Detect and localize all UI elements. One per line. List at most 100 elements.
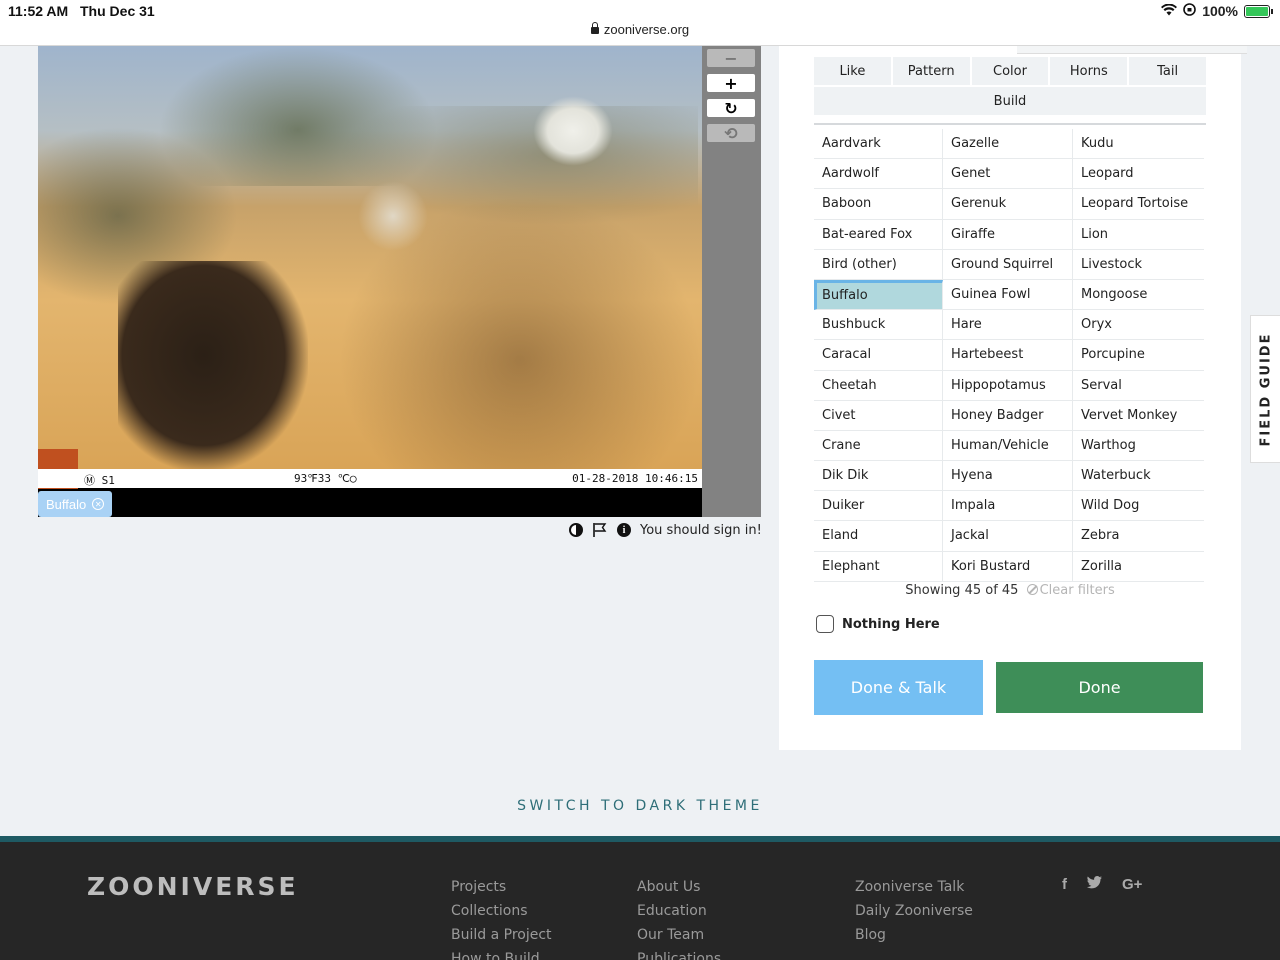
choice-item[interactable]: Serval	[1073, 371, 1204, 401]
choice-item[interactable]: Baboon	[814, 189, 943, 220]
choice-item[interactable]: Bushbuck	[814, 310, 943, 341]
choice-item[interactable]: Hyena	[943, 461, 1073, 492]
filter-build[interactable]: Build	[814, 87, 1206, 115]
showing-text: Showing 45 of 45	[905, 583, 1019, 598]
filter-color[interactable]: Color	[971, 57, 1049, 85]
choice-item[interactable]: Mongoose	[1073, 280, 1204, 311]
choice-item[interactable]: Civet	[814, 400, 943, 431]
info-icon[interactable]: i	[616, 522, 632, 538]
site-footer: ZOONIVERSE Projects Collections Build a …	[0, 842, 1280, 960]
choice-item[interactable]: Kori Bustard	[943, 551, 1073, 582]
choice-item[interactable]: Hartebeest	[943, 340, 1073, 371]
address-bar[interactable]: zooniverse.org	[0, 22, 1280, 37]
choice-item[interactable]: Honey Badger	[943, 400, 1073, 431]
selected-tag[interactable]: Buffalo ✕	[38, 491, 113, 517]
field-guide-tab[interactable]: FIELD GUIDE	[1250, 315, 1280, 463]
temperature: 93℉33 ℃◯	[294, 472, 357, 485]
nothing-here-checkbox[interactable]	[816, 615, 834, 633]
choice-item[interactable]: Wild Dog	[1073, 491, 1204, 522]
choice-item[interactable]: Gerenuk	[943, 189, 1073, 220]
social-links: f G+	[1062, 876, 1142, 893]
footer-link-blog[interactable]: Blog	[855, 926, 973, 944]
orientation-lock-icon	[1183, 3, 1196, 19]
filter-pattern[interactable]: Pattern	[892, 57, 970, 85]
zooniverse-logo[interactable]: ZOONIVERSE	[87, 872, 299, 901]
zoom-out-button[interactable]: −	[707, 49, 755, 68]
choice-item[interactable]: Genet	[943, 159, 1073, 190]
footer-link-talk[interactable]: Zooniverse Talk	[855, 878, 973, 896]
choice-item[interactable]: Hare	[943, 310, 1073, 341]
rotate-button[interactable]: ↻	[707, 99, 755, 118]
choice-item[interactable]: Human/Vehicle	[943, 430, 1073, 462]
choice-item[interactable]: Bird (other)	[814, 249, 943, 280]
choice-item[interactable]: Waterbuck	[1073, 461, 1204, 492]
choice-item[interactable]: Livestock	[1073, 250, 1204, 280]
facebook-icon[interactable]: f	[1062, 876, 1067, 893]
panel-tab-edge	[1017, 46, 1247, 54]
choice-item[interactable]: Zorilla	[1073, 552, 1204, 582]
choice-item[interactable]: Gazelle	[943, 129, 1073, 160]
sign-in-message[interactable]: You should sign in!	[640, 523, 762, 538]
remove-tag-icon[interactable]: ✕	[92, 498, 105, 510]
filter-horns[interactable]: Horns	[1050, 57, 1128, 85]
invert-icon[interactable]	[568, 522, 584, 538]
choice-item[interactable]: Duiker	[814, 491, 943, 522]
footer-link-build-project[interactable]: Build a Project	[451, 926, 552, 944]
choice-item[interactable]: Warthog	[1073, 431, 1204, 462]
google-plus-icon[interactable]: G+	[1122, 876, 1142, 893]
filter-tail[interactable]: Tail	[1129, 57, 1206, 85]
choice-item[interactable]: Guinea Fowl	[943, 279, 1073, 311]
camera-trap-image[interactable]	[38, 46, 702, 469]
choice-item[interactable]: Caracal	[814, 340, 943, 371]
choice-grid: Aardvark Gazelle Kudu Aardwolf Genet Leopard B…	[814, 129, 1204, 582]
status-time: 11:52 AM	[8, 3, 69, 19]
choice-item[interactable]: Kudu	[1073, 129, 1204, 160]
footer-link-daily[interactable]: Daily Zooniverse	[855, 902, 973, 920]
choice-item[interactable]: Leopard	[1073, 159, 1204, 190]
footer-col-talk: Zooniverse Talk Daily Zooniverse Blog	[855, 878, 973, 944]
choice-item[interactable]: Buffalo	[814, 279, 943, 311]
flag-icon[interactable]	[592, 522, 608, 538]
choice-item[interactable]: Elephant	[814, 551, 943, 582]
choice-item[interactable]: Zebra	[1073, 521, 1204, 552]
browser-status-bar: 11:52 AM Thu Dec 31 100% zooniverse.org	[0, 0, 1280, 46]
viewer-controls: − + ↻ ⟲	[702, 46, 761, 517]
choice-item[interactable]: Lion	[1073, 220, 1204, 250]
footer-link-publications[interactable]: Publications	[637, 950, 721, 960]
choice-item[interactable]: Ground Squirrel	[943, 249, 1073, 280]
choice-item[interactable]: Oryx	[1073, 310, 1204, 341]
choice-item[interactable]: Porcupine	[1073, 340, 1204, 371]
choice-item[interactable]: Giraffe	[943, 219, 1073, 250]
lock-icon	[590, 22, 599, 34]
choice-item[interactable]: Cheetah	[814, 370, 943, 401]
footer-link-collections[interactable]: Collections	[451, 902, 552, 920]
filter-like[interactable]: Like	[814, 57, 891, 85]
choice-item[interactable]: Dik Dik	[814, 461, 943, 492]
footer-link-education[interactable]: Education	[637, 902, 721, 920]
choice-item[interactable]: Vervet Monkey	[1073, 401, 1204, 431]
choice-item[interactable]: Crane	[814, 430, 943, 462]
choice-item[interactable]: Aardvark	[814, 129, 943, 160]
choice-item[interactable]: Leopard Tortoise	[1073, 189, 1204, 220]
camera-info-bar: Ⓜ S1 93℉33 ℃◯ 01-28-2018 10:46:15	[38, 469, 702, 488]
camera-id: Ⓜ S1	[84, 474, 115, 487]
choice-item[interactable]: Jackal	[943, 521, 1073, 552]
footer-link-projects[interactable]: Projects	[451, 878, 552, 896]
footer-link-about[interactable]: About Us	[637, 878, 721, 896]
done-and-talk-button[interactable]: Done & Talk	[814, 660, 983, 715]
nothing-here-option[interactable]: Nothing Here	[816, 615, 940, 633]
footer-link-team[interactable]: Our Team	[637, 926, 721, 944]
zoom-in-button[interactable]: +	[707, 74, 755, 93]
switch-dark-theme-link[interactable]: SWITCH TO DARK THEME	[0, 798, 1280, 814]
choice-item[interactable]: Hippopotamus	[943, 370, 1073, 401]
choice-item[interactable]: Bat-eared Fox	[814, 219, 943, 250]
choice-item[interactable]: Impala	[943, 491, 1073, 522]
clear-filters-button[interactable]: Clear filters	[1026, 583, 1115, 598]
reset-button[interactable]: ⟲	[707, 124, 755, 143]
footer-link-how-to-build[interactable]: How to Build	[451, 950, 552, 960]
twitter-icon[interactable]	[1087, 876, 1102, 893]
choice-item[interactable]: Aardwolf	[814, 159, 943, 190]
viewer-meta-row: i You should sign in!	[568, 522, 762, 538]
done-button[interactable]: Done	[996, 662, 1203, 713]
choice-item[interactable]: Eland	[814, 521, 943, 552]
